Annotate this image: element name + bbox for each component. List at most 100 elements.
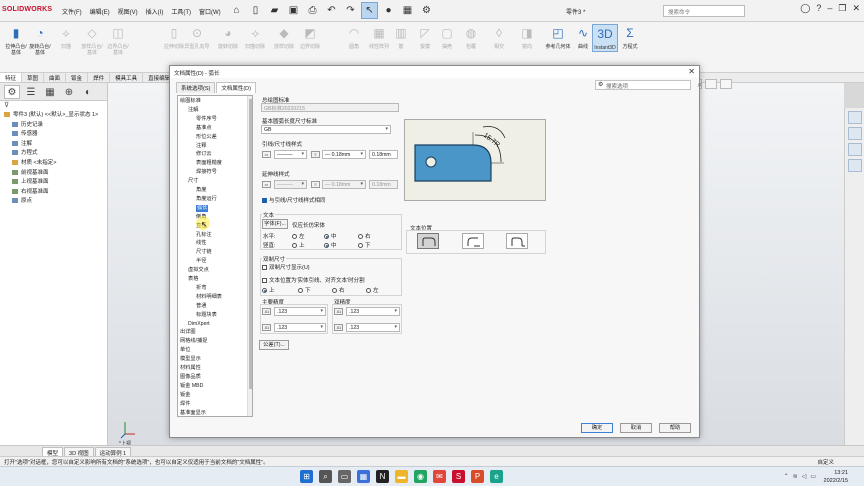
cmd-item-19[interactable]: ◰ 参考几何体 [545, 24, 571, 50]
nav-tree-item-29[interactable]: 模型显示 [180, 356, 201, 363]
dimxpert-icon[interactable]: ⊕ [61, 85, 77, 99]
magnifier-icon[interactable]: ⌕ [698, 80, 702, 90]
file-explorer-icon[interactable] [847, 143, 862, 156]
ok-button[interactable]: 确定 [581, 423, 613, 433]
cmd-item-17[interactable]: ◊ 相交 [486, 24, 512, 50]
cmd-item-6[interactable]: ⊙ 异型孔向导 [184, 24, 210, 50]
app-logo[interactable]: SOLIDWORKS [2, 6, 52, 13]
cmd-item-0[interactable]: ▮ 拉伸凸台/基体 [3, 24, 29, 56]
font-button[interactable]: 字体(F)... [262, 219, 288, 229]
filter-icon[interactable]: ⊽ [0, 101, 107, 111]
clock[interactable]: 13:21 2022/2/15 [824, 469, 848, 485]
cmd-item-16[interactable]: ◍ 包覆 [458, 24, 484, 50]
nav-tree-item-0[interactable]: 绘图标准 [180, 98, 201, 105]
select-arrow-icon[interactable]: ↖ [361, 2, 378, 19]
wifi-icon[interactable]: ≋ [793, 473, 798, 480]
nav-tree-item-34[interactable]: 焊件 [180, 401, 190, 408]
nav-tree-item-15[interactable]: 孔标注 [196, 232, 212, 239]
nav-tree-item-25[interactable]: DimXpert [188, 321, 210, 328]
edge-icon[interactable]: e [490, 470, 503, 483]
feature-item-1[interactable]: 传感器 [0, 130, 107, 140]
base-standard-select[interactable]: GB ▾ [261, 125, 391, 134]
v-middle-radio[interactable]: 中 [324, 241, 337, 249]
cmd-item-15[interactable]: ▢ 抽壳 [434, 24, 460, 50]
cmd-item-1[interactable]: ◔ 旋转凸台/基体 [27, 24, 53, 56]
cmd-item-22[interactable]: Σ 方程式 [617, 24, 643, 50]
nav-tree-item-35[interactable]: 基准面显示 [180, 410, 206, 417]
feature-tree-icon[interactable]: ⚙ [4, 85, 20, 99]
nav-tree-item-18[interactable]: 半径 [196, 258, 206, 265]
new-doc-icon[interactable]: ▯ [247, 2, 264, 19]
home-icon[interactable]: ⌂ [228, 2, 245, 19]
nav-tree-item-2[interactable]: 零件序号 [196, 116, 217, 123]
volume-icon[interactable]: ◁ [802, 473, 807, 480]
nav-tree-item-27[interactable]: 网格线/捕捉 [180, 338, 207, 345]
cancel-button[interactable]: 取消 [620, 423, 652, 433]
powerpoint-icon[interactable]: P [471, 470, 484, 483]
nav-tree-item-17[interactable]: 尺寸链 [196, 249, 212, 256]
cmd-item-4[interactable]: ◫ 边界凸台/基体 [105, 24, 131, 56]
nav-tree-item-4[interactable]: 形位公差 [196, 134, 217, 141]
tab-system-options[interactable]: 系统选项(S) [176, 82, 216, 93]
dialog-close-icon[interactable]: ✕ [688, 67, 695, 76]
text-pos-horizontal-button[interactable] [506, 233, 528, 249]
search-commands-input[interactable]: 搜索命令 [663, 5, 745, 17]
split-right-radio[interactable]: 右 [332, 286, 345, 294]
nav-tree-item-8[interactable]: 焊接符号 [196, 169, 217, 176]
menu-item-1[interactable]: 编辑(E) [90, 7, 110, 16]
v-bottom-radio[interactable]: 下 [358, 241, 371, 249]
design-library-icon[interactable] [847, 127, 862, 140]
nav-tree-item-11[interactable]: 角度运行 [196, 196, 217, 203]
radio[interactable] [366, 288, 371, 294]
undo-icon[interactable]: ↶ [323, 2, 340, 19]
chevron-up-icon[interactable]: ⌃ [784, 473, 789, 480]
menu-item-5[interactable]: 窗口(W) [199, 7, 221, 16]
nav-tree-item-28[interactable]: 单位 [180, 347, 190, 354]
nav-tree-item-24[interactable]: 标题块表 [196, 312, 217, 319]
nav-tree-item-31[interactable]: 图像品质 [180, 374, 201, 381]
cmd-item-8[interactable]: ⟢ 扫描切除 [242, 24, 268, 50]
split-left-radio[interactable]: 左 [366, 286, 379, 294]
menu-item-3[interactable]: 插入(I) [146, 7, 164, 16]
save-icon[interactable]: ▣ [285, 2, 302, 19]
help-button[interactable]: 帮助 [659, 423, 691, 433]
radio[interactable] [358, 243, 363, 249]
nav-tree-item-32[interactable]: 钣金 MBD [180, 383, 203, 390]
nav-tree-item-1[interactable]: 注解 [188, 107, 198, 114]
menu-item-4[interactable]: 工具(T) [171, 7, 191, 16]
wechat-icon[interactable]: ◉ [414, 470, 427, 483]
split-text-checkbox[interactable]: 文本位置为'实体引线、对齐文本'时分割 [262, 276, 365, 284]
radio-selected[interactable] [324, 243, 329, 249]
options-search-input[interactable]: ⚙ 搜索选项 ⌕ [595, 80, 702, 90]
feature-item-3[interactable]: 方程式 [0, 149, 107, 159]
dual-show-checkbox[interactable]: 双制尺寸显示(U) [262, 263, 310, 271]
menu-item-0[interactable]: 文件(F) [62, 7, 82, 16]
h-center-radio[interactable]: 中 [324, 232, 337, 240]
primary-precision-select[interactable]: .123 ▾ [274, 307, 326, 316]
nav-tree-item-33[interactable]: 钣金 [180, 392, 190, 399]
nav-tree-item-26[interactable]: 出详图 [180, 329, 196, 336]
cmd-item-13[interactable]: ▥ 筋 [388, 24, 414, 50]
same-as-leader-checkbox[interactable]: 与引线/尺寸线样式相同 [262, 196, 326, 204]
primary-tol-precision-select[interactable]: .123 ▾ [274, 323, 326, 332]
user-icon[interactable]: ◯ [800, 3, 810, 14]
nav-tree-item-16[interactable]: 线性 [196, 240, 206, 247]
notion-icon[interactable]: N [376, 470, 389, 483]
feature-item-8[interactable]: 原点 [0, 197, 107, 207]
nav-tree-scrollbar[interactable] [247, 96, 252, 416]
search-icon[interactable]: ⌕ [319, 470, 332, 483]
h-right-radio[interactable]: 右 [358, 232, 371, 240]
nav-tree-item-10[interactable]: 角度 [196, 187, 206, 194]
v-top-radio[interactable]: 上 [292, 241, 305, 249]
help-icon[interactable]: ? [816, 3, 821, 14]
scrollbar-thumb[interactable] [249, 99, 252, 389]
cm-tab-5[interactable]: 模具工具 [110, 73, 144, 82]
view-palette-icon[interactable] [847, 159, 862, 172]
leader-thickness-custom[interactable]: 0.18mm [369, 150, 398, 159]
nav-tree-item-20[interactable]: 表格 [188, 276, 198, 283]
feature-item-6[interactable]: 上视基准面 [0, 178, 107, 188]
section-view-icon[interactable] [720, 79, 732, 89]
widgets-icon[interactable]: ▦ [357, 470, 370, 483]
nav-tree-item-12[interactable]: 弧长 [196, 204, 209, 212]
text-pos-inline-button[interactable] [417, 233, 439, 249]
